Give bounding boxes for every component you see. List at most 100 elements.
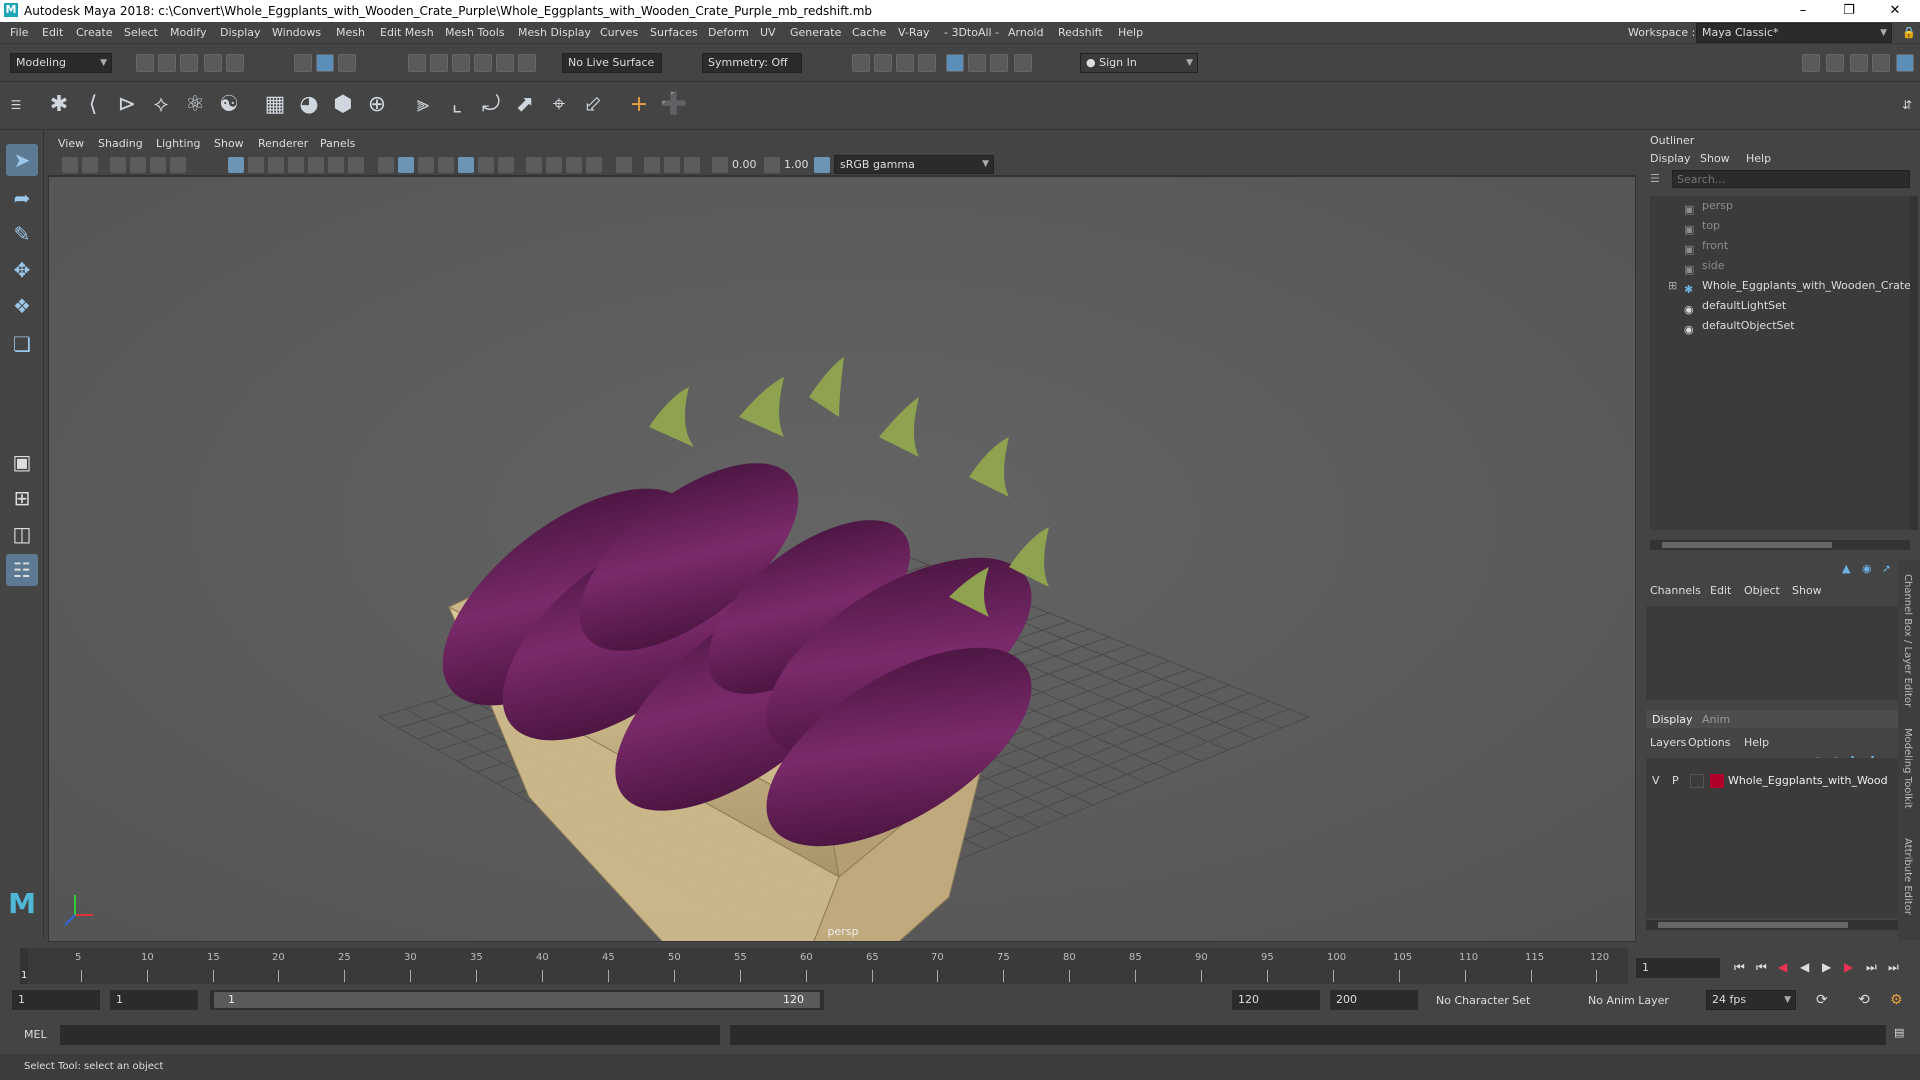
auto-key-icon[interactable]: ⟲ [1858, 992, 1870, 1008]
outliner-item-persp[interactable]: ▣ persp [1650, 196, 1910, 216]
channel-box-icon[interactable]: ▲ [1842, 562, 1850, 575]
image-plane-icon[interactable] [130, 157, 146, 173]
menu-file[interactable]: File [10, 26, 28, 39]
scale-tool-icon[interactable]: ❏ [6, 328, 38, 360]
layer-playback-toggle[interactable]: P [1672, 774, 1679, 787]
shelf-options-icon[interactable]: ☰ [8, 92, 24, 118]
gamma-icon[interactable] [764, 157, 780, 173]
quick-rig-icon[interactable]: ☯ [216, 92, 242, 118]
channel-menu-object[interactable]: Object [1744, 584, 1780, 597]
tool-icon[interactable]: ➚ [1882, 562, 1891, 575]
outliner-item-side[interactable]: ▣ side [1650, 256, 1910, 276]
search-options-icon[interactable]: ☰ [1650, 172, 1660, 185]
layer-name[interactable]: Whole_Eggplants_with_Wood [1728, 774, 1898, 787]
select-by-object-icon[interactable] [316, 54, 334, 72]
outliner-menu-display[interactable]: Display [1650, 152, 1691, 165]
ik-handle-icon[interactable]: ⟨ [80, 92, 106, 118]
annotation-icon[interactable]: ➕ [660, 92, 687, 118]
locator-icon[interactable]: + [626, 92, 652, 118]
playback-end-field[interactable]: 120 [1232, 990, 1320, 1010]
pause-icon[interactable] [1014, 54, 1032, 72]
move-tool-icon[interactable]: ✥ [6, 254, 38, 286]
minimize-button[interactable]: – [1780, 0, 1826, 22]
pole-vector-icon[interactable]: ⌖ [546, 92, 572, 118]
time-ruler[interactable]: 1 5 10 15 20 25 30 35 40 45 50 55 60 65 70 75 80 85 90 95 1… [20, 948, 1628, 984]
shadows-icon[interactable] [498, 157, 514, 173]
xray-joints-icon[interactable] [684, 157, 700, 173]
modeling-toolkit-icon[interactable] [1802, 54, 1820, 72]
attribute-editor-icon[interactable] [1826, 54, 1844, 72]
lattice-icon[interactable]: ▦ [262, 92, 288, 118]
menu-help[interactable]: Help [1118, 26, 1143, 39]
layer-menu-options[interactable]: Options [1688, 736, 1730, 749]
command-input[interactable] [60, 1025, 720, 1045]
color-management-icon[interactable] [814, 157, 830, 173]
lasso-tool-icon[interactable]: ➦ [6, 182, 38, 214]
menu-select[interactable]: Select [124, 26, 158, 39]
menu-mesh[interactable]: Mesh [336, 26, 365, 39]
script-editor-icon[interactable]: ▤ [1894, 1026, 1904, 1039]
layer-menu-layers[interactable]: Layers [1650, 736, 1686, 749]
paint-select-tool-icon[interactable]: ✎ [6, 218, 38, 250]
wireframe-icon[interactable] [378, 157, 394, 173]
channel-box-toggle-icon[interactable] [1896, 54, 1914, 72]
menu-arnold[interactable]: Arnold [1008, 26, 1044, 39]
layer-color-swatch[interactable] [1710, 774, 1724, 788]
perspective-viewport[interactable]: persp [48, 176, 1636, 942]
tab-display[interactable]: Display [1652, 713, 1693, 726]
outliner-horizontal-scrollbar[interactable] [1650, 540, 1910, 550]
lock-icon[interactable]: 🔒 [1902, 26, 1916, 39]
play-backward-icon[interactable]: ◀ [1800, 960, 1809, 974]
snap-rotate-icon[interactable] [518, 54, 536, 72]
exposure-icon[interactable] [712, 157, 728, 173]
select-by-component-icon[interactable] [338, 54, 356, 72]
scrollbar-thumb[interactable] [1662, 542, 1832, 548]
viewport-menu-lighting[interactable]: Lighting [156, 137, 200, 150]
parent-constraint-icon[interactable]: ⌞ [444, 92, 470, 118]
outliner-item-default-light-set[interactable]: ◉ defaultLightSet [1650, 296, 1910, 316]
menu-generate[interactable]: Generate [790, 26, 841, 39]
scene-start-field[interactable]: 1 [12, 990, 100, 1010]
layer-menu-help[interactable]: Help [1744, 736, 1769, 749]
menu-surfaces[interactable]: Surfaces [650, 26, 698, 39]
single-perspective-layout-icon[interactable]: ▣ [6, 446, 38, 478]
maximize-button[interactable]: ❐ [1826, 0, 1872, 22]
camera-lock-icon[interactable] [82, 157, 98, 173]
layer-display-type-toggle[interactable] [1690, 774, 1704, 788]
exposure-value[interactable]: 0.00 [732, 158, 757, 171]
workspace-dropdown[interactable]: Maya Classic* ▼ [1696, 23, 1892, 43]
viewport-menu-show[interactable]: Show [214, 137, 244, 150]
cluster-icon[interactable]: ◕ [296, 92, 322, 118]
view-transform-dropdown[interactable]: sRGB gamma ▼ [834, 155, 994, 174]
xray-active-icon[interactable] [664, 157, 680, 173]
render-frame-icon[interactable] [852, 54, 870, 72]
go-to-end-icon[interactable]: ⏭ [1888, 960, 1899, 975]
humanik-icon[interactable]: ⚛ [182, 92, 208, 118]
ipr-render-icon[interactable] [896, 54, 914, 72]
side-tab-channel-box[interactable]: Channel Box / Layer Editor [1902, 574, 1913, 707]
close-button[interactable]: ✕ [1872, 0, 1918, 22]
viewport-menu-view[interactable]: View [58, 137, 84, 150]
outliner-menu-show[interactable]: Show [1700, 152, 1730, 165]
bind-skin-icon[interactable]: ⟡ [148, 92, 174, 118]
isolate-select-icon[interactable] [616, 157, 632, 173]
anti-aliasing-icon[interactable] [566, 157, 582, 173]
select-by-hierarchy-icon[interactable] [294, 54, 312, 72]
snap-point-icon[interactable] [452, 54, 470, 72]
outliner-search-input[interactable] [1672, 170, 1910, 188]
gate-mask-icon[interactable] [288, 157, 304, 173]
layer-horizontal-scrollbar[interactable] [1646, 920, 1900, 930]
redshift-render-icon[interactable] [990, 54, 1008, 72]
perspective-outliner-layout-icon[interactable]: ◫ [6, 518, 38, 550]
step-back-key-icon[interactable]: ⏮ [1756, 960, 1767, 975]
depth-of-field-icon[interactable] [586, 157, 602, 173]
channel-box-area[interactable] [1646, 606, 1900, 700]
save-scene-icon[interactable] [180, 54, 198, 72]
snap-curve-icon[interactable] [430, 54, 448, 72]
safe-title-icon[interactable] [348, 157, 364, 173]
outliner-menu-help[interactable]: Help [1746, 152, 1771, 165]
scrollbar-thumb[interactable] [1658, 922, 1848, 928]
grease-pencil-icon[interactable] [170, 157, 186, 173]
snap-view-plane-icon[interactable] [474, 54, 492, 72]
default-material-icon[interactable] [418, 157, 434, 173]
